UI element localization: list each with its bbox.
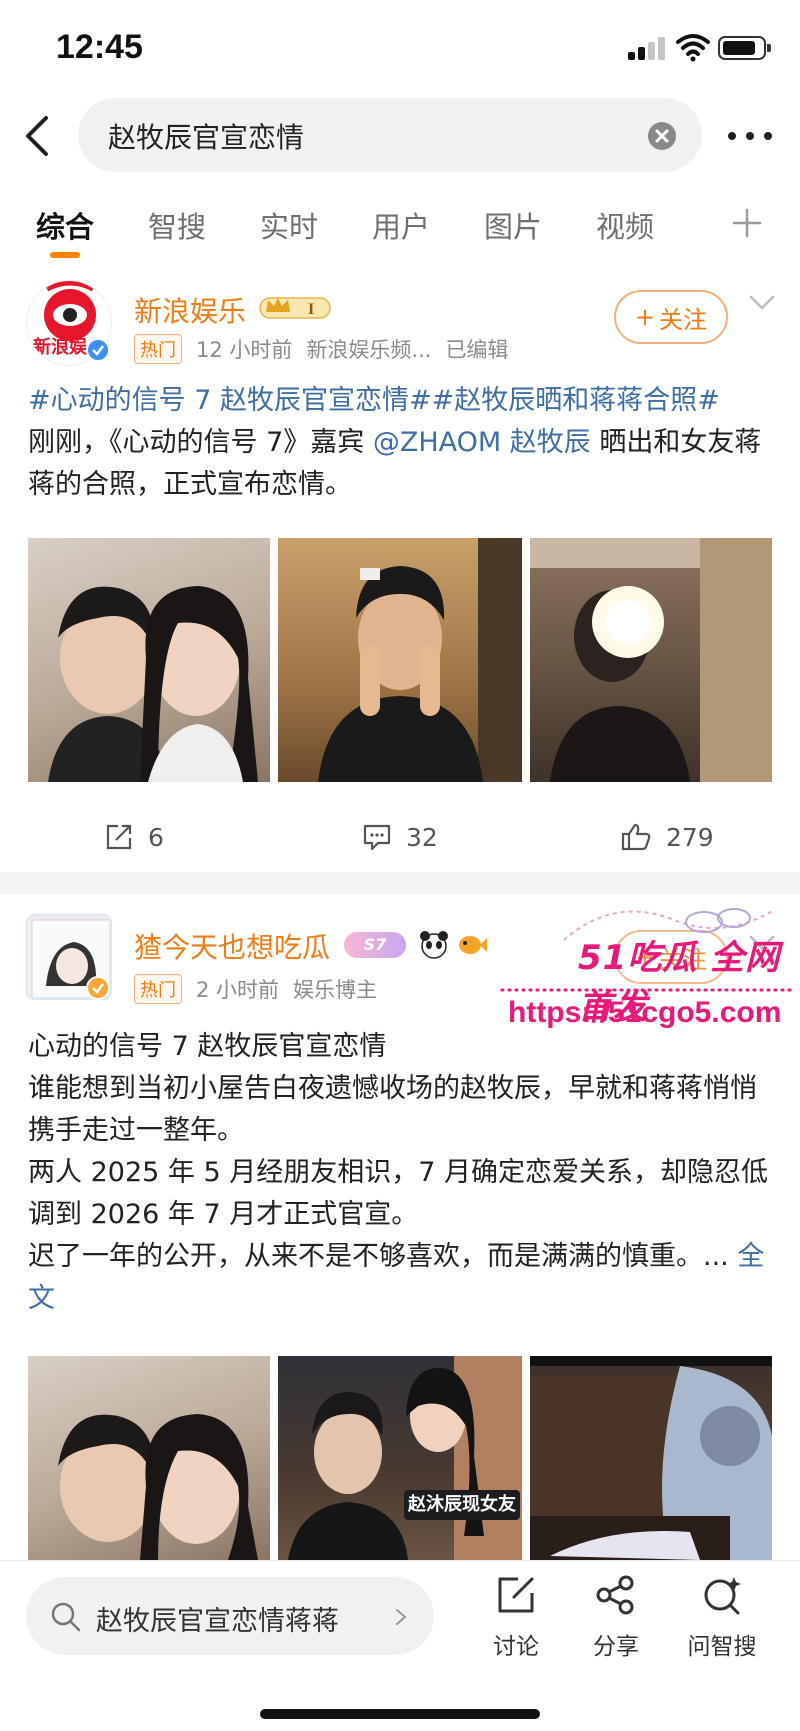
- avatar-label: 新浪娱: [33, 337, 87, 358]
- post-body: 心动的信号 7 赵牧辰官宣恋情 谁能想到当初小屋告白夜遗憾收场的赵牧辰，早就和蒋…: [28, 1026, 776, 1320]
- repost-icon: [106, 824, 132, 850]
- post-text-segment: 迟了一年的公开，从来不是不够喜欢，而是满满的慎重。...: [28, 1241, 738, 1272]
- search-input[interactable]: 赵牧辰官宣恋情: [78, 98, 702, 172]
- watermark-underline: [500, 988, 798, 992]
- post-text-line: 两人 2025 年 5 月经朋友相识，7 月确定恋爱关系，却隐忍低调到 2026…: [28, 1157, 768, 1230]
- search-query-text: 赵牧辰官宣恋情: [108, 121, 305, 154]
- post-username[interactable]: 猹今天也想吃瓜: [134, 926, 330, 966]
- level-badge: S7: [344, 932, 406, 958]
- discuss-label: 讨论: [493, 1634, 539, 1660]
- topic-link[interactable]: #赵牧辰晒和蒋蒋合照#: [432, 385, 720, 416]
- mention-link[interactable]: @ZHAOM 赵牧辰: [373, 427, 591, 458]
- thumbs-up-icon: [621, 823, 651, 851]
- more-dots-icon[interactable]: [728, 122, 774, 148]
- post-text-line: 迟了一年的公开，从来不是不够喜欢，而是满满的慎重。... 全文: [28, 1236, 776, 1320]
- share-label: 分享: [593, 1634, 639, 1660]
- watermark: 51吃瓜 全网首发 https://51cgo5.com: [498, 900, 800, 1040]
- hot-badge: 热门: [134, 334, 182, 364]
- svg-text:I: I: [308, 301, 314, 318]
- verified-icon: [86, 976, 110, 1000]
- edit-icon: [498, 1577, 534, 1613]
- follow-button[interactable]: + 关注: [614, 290, 728, 344]
- home-indicator: [260, 1709, 540, 1719]
- fish-icon: [459, 936, 487, 954]
- status-time: 12:45: [56, 28, 143, 66]
- post-image[interactable]: [530, 538, 772, 782]
- chevron-right-icon: [396, 1609, 407, 1625]
- image-caption: 赵沐辰现女友: [404, 1490, 520, 1520]
- follow-label: 关注: [659, 305, 708, 334]
- related-search-input[interactable]: 赵牧辰官宣恋情蒋蒋: [26, 1577, 434, 1655]
- post-image[interactable]: [28, 538, 270, 782]
- post-username[interactable]: 新浪娱乐: [134, 290, 246, 330]
- post-divider: [0, 872, 800, 894]
- comment-count: 32: [406, 822, 438, 852]
- tab-realtime[interactable]: 实时: [260, 204, 318, 246]
- post-time: 2 小时前: [196, 978, 280, 1002]
- wifi-icon: [676, 34, 710, 62]
- repost-count: 6: [148, 822, 164, 852]
- share-button[interactable]: 分享: [576, 1573, 656, 1661]
- plus-icon: +: [634, 303, 656, 331]
- hot-badge: 热门: [134, 974, 182, 1004]
- signal-icon: [628, 36, 668, 60]
- post-text-line: 谁能想到当初小屋告白夜遗憾收场的赵牧辰，早就和蒋蒋悄悄携手走过一整年。: [28, 1073, 757, 1146]
- post-source: 娱乐博主: [293, 978, 378, 1002]
- bottom-bar: 赵牧辰官宣恋情蒋蒋 讨论 分享 问智搜: [0, 1560, 800, 1731]
- post-meta: 热门 12 小时前 新浪娱乐频... 已编辑: [134, 334, 508, 364]
- share-icon: [596, 1575, 634, 1615]
- post-actions: 6 32 279: [0, 808, 800, 872]
- post-text-segment: 刚刚，《心动的信号 7》嘉宾: [28, 427, 373, 458]
- member-crown-icon: I: [259, 297, 331, 319]
- tab-images[interactable]: 图片: [484, 204, 542, 246]
- clear-circle-icon[interactable]: [648, 122, 676, 150]
- like-button[interactable]: 279: [620, 822, 714, 852]
- watermark-url: https://51cgo5.com: [508, 996, 782, 1029]
- tab-videos[interactable]: 视频: [596, 204, 654, 246]
- comment-icon: [363, 824, 391, 851]
- plus-icon[interactable]: [732, 208, 762, 238]
- post-source: 新浪娱乐频...: [306, 338, 432, 362]
- search-icon: [51, 1602, 81, 1632]
- post-body: #心动的信号 7 赵牧辰官宣恋情##赵牧辰晒和蒋蒋合照# 刚刚，《心动的信号 7…: [28, 380, 776, 506]
- ask-ai-button[interactable]: 问智搜: [676, 1573, 768, 1661]
- post-image[interactable]: [278, 538, 522, 782]
- active-tab-indicator: [50, 252, 80, 258]
- status-bar: 12:45: [0, 0, 800, 96]
- battery-icon: [718, 36, 771, 60]
- ask-ai-label: 问智搜: [687, 1634, 757, 1660]
- ai-search-icon: [704, 1577, 741, 1615]
- post-time: 12 小时前: [196, 338, 293, 362]
- repost-button[interactable]: 6: [104, 822, 164, 852]
- post-image[interactable]: [530, 1356, 772, 1560]
- panda-icon: [420, 931, 448, 959]
- related-search-text: 赵牧辰官宣恋情蒋蒋: [96, 1606, 339, 1637]
- comment-button[interactable]: 32: [362, 822, 438, 852]
- verified-icon: [86, 338, 110, 362]
- tab-users[interactable]: 用户: [372, 204, 430, 246]
- post-meta: 热门 2 小时前 娱乐博主: [134, 974, 377, 1004]
- discuss-button[interactable]: 讨论: [476, 1573, 556, 1661]
- tab-smart-search[interactable]: 智搜: [148, 204, 206, 246]
- topic-link[interactable]: #心动的信号 7 赵牧辰官宣恋情#: [28, 385, 432, 416]
- search-tabs: 综合 智搜 实时 用户 图片 视频: [0, 200, 800, 260]
- post-image[interactable]: 赵沐辰现女友: [278, 1356, 522, 1560]
- like-count: 279: [666, 822, 714, 852]
- post-edited: 已编辑: [445, 338, 509, 362]
- post-image[interactable]: [28, 1356, 270, 1560]
- chevron-down-icon[interactable]: [748, 294, 776, 312]
- chevron-left-icon[interactable]: [18, 112, 58, 160]
- tab-comprehensive[interactable]: 综合: [36, 204, 94, 246]
